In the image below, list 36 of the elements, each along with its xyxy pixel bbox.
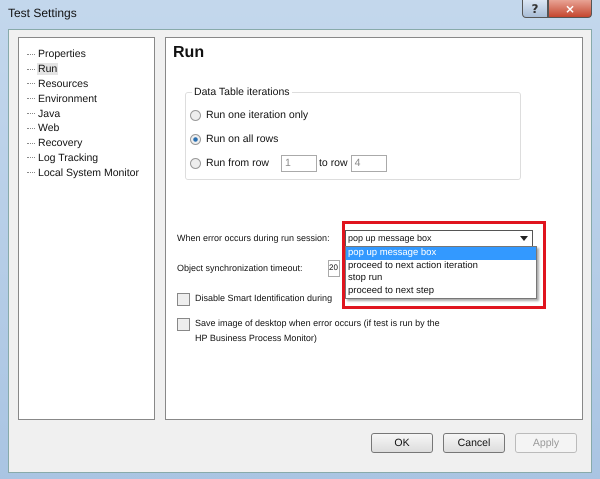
- row-field[interactable]: 1: [281, 154, 318, 172]
- tree-item[interactable]: Run: [37, 63, 58, 76]
- tree-item[interactable]: Local System Monitor: [37, 166, 140, 179]
- dialog-button[interactable]: OK: [371, 433, 433, 453]
- field-label: When error occurs during run session:: [177, 233, 331, 243]
- page-heading: Run: [173, 44, 206, 62]
- tree-item[interactable]: Environment: [37, 92, 98, 105]
- list-option[interactable]: proceed to next action iteration: [346, 260, 536, 272]
- checkbox[interactable]: [177, 293, 190, 306]
- checkbox[interactable]: [177, 318, 190, 331]
- help-button[interactable]: ?: [522, 0, 548, 18]
- option-label: Run from row: [206, 157, 270, 169]
- radio-button[interactable]: [190, 110, 201, 120]
- option-label: to row: [319, 157, 348, 169]
- tree-item[interactable]: Java: [37, 108, 62, 120]
- checkbox-label: Save image of desktop when error occurs (if test is run by the HP Business Process Monitor): [195, 317, 441, 345]
- list-option[interactable]: stop run: [346, 272, 536, 286]
- caret-icon: [520, 236, 528, 240]
- dropdown[interactable]: pop up message box: [345, 230, 533, 246]
- tree-item[interactable]: Web: [37, 122, 60, 134]
- tree-item[interactable]: Properties: [37, 48, 87, 60]
- tree-item[interactable]: Recovery: [37, 137, 84, 150]
- option-label: Run one iteration only: [206, 109, 308, 121]
- row-field[interactable]: 4: [350, 154, 387, 172]
- dialog-button[interactable]: Cancel: [443, 433, 505, 453]
- tree-item[interactable]: Log Tracking: [37, 152, 100, 164]
- window-title: Test Settings: [8, 6, 77, 20]
- list-option[interactable]: proceed to next step: [346, 285, 536, 298]
- group-title: Data Table iterations: [192, 86, 292, 98]
- tree-item[interactable]: Resources: [37, 78, 90, 90]
- timeout-field[interactable]: 20: [328, 260, 340, 276]
- field-label: Object synchronization timeout:: [177, 263, 304, 273]
- radio-button[interactable]: [190, 134, 201, 144]
- option-label: Run on all rows: [206, 133, 278, 145]
- radio-button[interactable]: [190, 158, 201, 168]
- checkbox-label: Disable Smart Identification during: [195, 292, 332, 305]
